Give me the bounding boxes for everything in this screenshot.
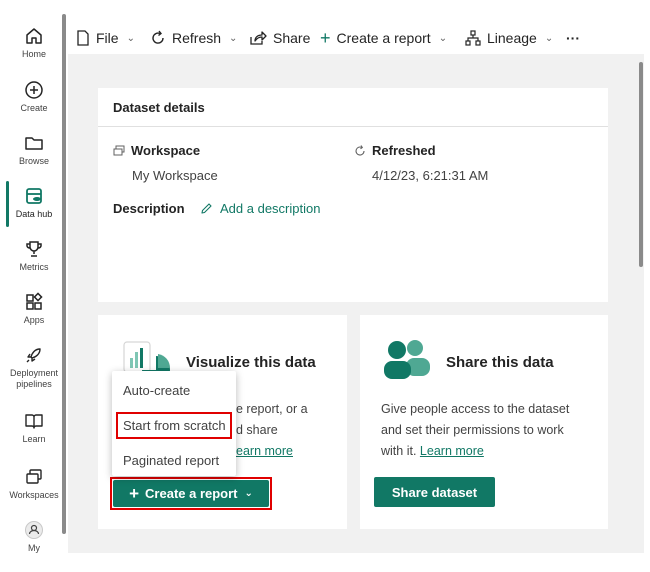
refresh-icon (152, 30, 164, 44)
nav-label-my: My (28, 543, 40, 553)
chevron-down-icon: ⌄ (126, 32, 135, 44)
workspace-label: Workspace (131, 143, 201, 158)
share-button[interactable]: Share (249, 29, 310, 47)
nav-label-apps: Apps (23, 315, 45, 325)
add-description-link[interactable]: Add a description (200, 201, 320, 216)
refresh-small-icon (355, 144, 365, 156)
refresh-button[interactable]: Refresh ⌄ (150, 29, 237, 47)
nav-label-create: Create (20, 103, 48, 113)
share-description: Give people access to the dataset and se… (381, 399, 569, 462)
rocket-icon (26, 348, 41, 363)
plus-circle-icon (25, 81, 43, 99)
chevron-down-icon: ⌄ (438, 32, 448, 44)
highlight-create-report (110, 477, 272, 510)
nav-item-home[interactable]: Home (3, 26, 65, 59)
nav-item-metrics[interactable]: Metrics (3, 239, 65, 272)
visualize-description: e report, or a d share earn more (236, 399, 308, 462)
nav-item-create[interactable]: Create (3, 80, 65, 113)
nav-item-browse[interactable]: Browse (3, 133, 65, 166)
nav-item-apps[interactable]: Apps (3, 292, 65, 325)
share-title: Share this data (446, 354, 554, 371)
workspace-label-row: Workspace (113, 143, 200, 158)
file-label: File (96, 30, 119, 46)
refreshed-value: 4/12/23, 6:21:31 AM (372, 168, 489, 183)
nav-label-metrics: Metrics (19, 262, 49, 272)
scrollbar-thumb[interactable] (639, 62, 643, 267)
apps-icon (26, 292, 43, 310)
nav-item-workspaces[interactable]: Workspaces (3, 467, 65, 500)
content-scrollbar[interactable] (638, 54, 644, 553)
nav-item-learn[interactable]: Learn (3, 411, 65, 444)
workspace-icon (113, 145, 125, 155)
menu-item-paginated-report[interactable]: Paginated report (123, 453, 219, 468)
nav-label-browse: Browse (18, 156, 49, 166)
share-text-line1: Give people access to the dataset (381, 402, 570, 416)
pencil-icon (201, 203, 212, 214)
create-report-menu-button[interactable]: + Create a report ⌄ (320, 29, 447, 47)
visualize-text-line1: e report, or a (236, 402, 308, 416)
visualize-text-line2: d share (236, 423, 278, 437)
folder-icon (25, 137, 43, 150)
share-text-line3: with it. (381, 444, 417, 458)
share-icon (250, 31, 267, 45)
document-icon (77, 30, 89, 46)
nav-label-home: Home (21, 49, 46, 59)
create-report-label: Create a report (336, 30, 431, 46)
command-bar: File ⌄ Refresh ⌄ Share + Create a report… (68, 22, 638, 54)
visualize-title: Visualize this data (186, 354, 316, 371)
nav-label-deployment-pipelines: Deployment pipelines (9, 368, 59, 389)
book-icon (25, 414, 43, 429)
dataset-details-title: Dataset details (113, 100, 205, 115)
nav-label-data-hub: Data hub (15, 209, 53, 219)
visualize-learn-more-link[interactable]: earn more (236, 444, 293, 458)
lineage-button[interactable]: Lineage ⌄ (465, 29, 553, 47)
refreshed-label: Refreshed (372, 143, 436, 158)
home-icon (26, 28, 42, 44)
more-icon: ··· (566, 30, 580, 46)
share-label: Share (273, 30, 311, 46)
menu-item-auto-create[interactable]: Auto-create (123, 383, 190, 398)
description-label: Description (113, 201, 185, 216)
nav-item-data-hub[interactable]: Data hub (3, 186, 65, 219)
dataset-details-card: Dataset details Workspace My Workspace R… (98, 88, 608, 302)
highlight-start-from-scratch (116, 412, 232, 439)
people-icon (384, 340, 430, 379)
add-description-label: Add a description (220, 201, 321, 216)
database-icon (26, 188, 42, 204)
nav-item-my[interactable]: My (3, 520, 65, 553)
nav-label-learn: Learn (22, 434, 46, 444)
chevron-down-icon: ⌄ (229, 32, 238, 44)
share-text-line2: and set their permissions to work (381, 423, 564, 437)
refresh-label: Refresh (172, 30, 222, 46)
workspace-value: My Workspace (132, 168, 218, 183)
refreshed-label-row: Refreshed (354, 143, 436, 158)
share-learn-more-link[interactable]: Learn more (420, 444, 484, 458)
person-icon (25, 521, 43, 539)
file-menu-button[interactable]: File ⌄ (76, 29, 135, 47)
left-navigation: Home Create Browse Data hub Metrics Apps… (3, 0, 65, 553)
workspaces-icon (26, 469, 42, 484)
trophy-icon (26, 241, 42, 257)
lineage-icon (465, 30, 481, 46)
lineage-label: Lineage (487, 30, 537, 46)
more-options-button[interactable]: ··· (566, 29, 580, 47)
nav-scrollbar[interactable] (62, 14, 66, 534)
plus-icon: + (320, 28, 331, 48)
nav-label-workspaces: Workspaces (9, 490, 59, 500)
share-card: Share this data Give people access to th… (360, 315, 608, 529)
nav-item-deployment-pipelines[interactable]: Deployment pipelines (3, 345, 65, 390)
chevron-down-icon: ⌄ (544, 32, 554, 44)
share-dataset-button[interactable]: Share dataset (374, 477, 495, 507)
divider (98, 126, 608, 127)
